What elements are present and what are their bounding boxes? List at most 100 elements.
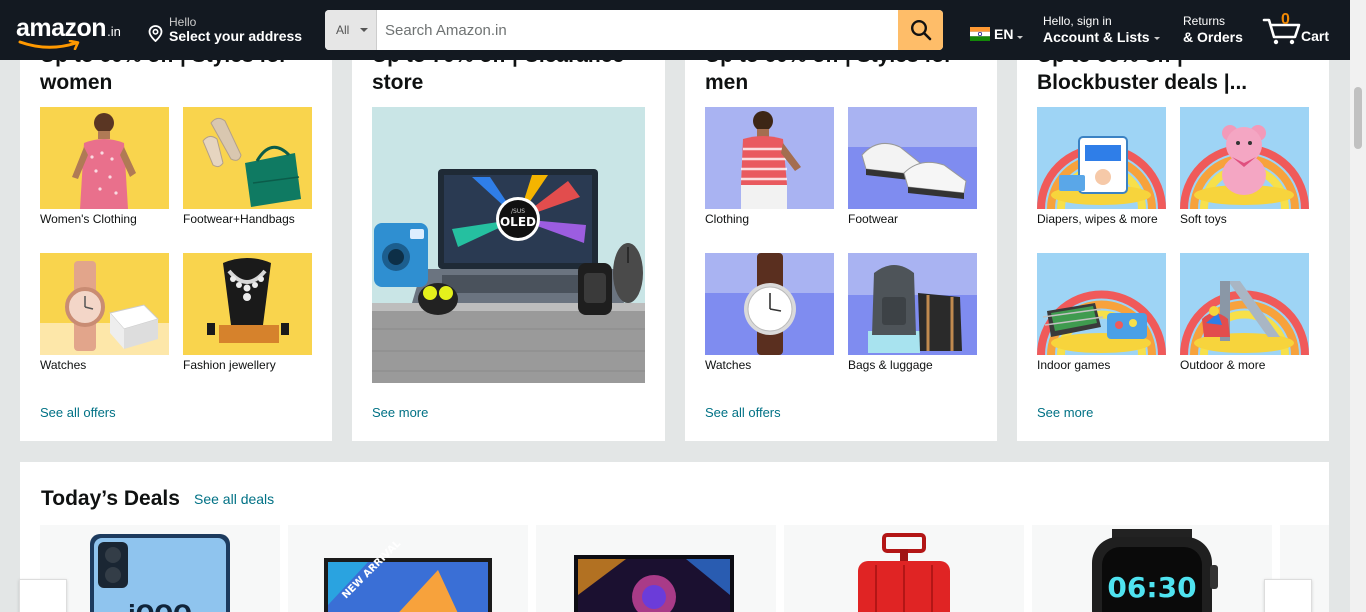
top-nav-bar: amazon.in Hello Select your address All [0, 0, 1350, 60]
see-all-deals-link[interactable]: See all deals [194, 491, 274, 507]
see-all-offers-link[interactable]: See all offers [705, 405, 781, 420]
see-more-link[interactable]: See more [1037, 405, 1093, 420]
tile-mens-footwear[interactable]: Footwear [848, 107, 977, 226]
tile-image [1180, 253, 1309, 355]
chevron-down-icon [1153, 36, 1160, 40]
tile-image [40, 107, 169, 209]
tile-image [848, 253, 977, 355]
search-category-dropdown[interactable]: All [325, 10, 377, 50]
logo-wordmark: amazon [16, 14, 107, 42]
tile-indoor-games[interactable]: Indoor games [1037, 253, 1166, 372]
india-flag-icon [970, 27, 990, 41]
tile-diapers-wipes[interactable]: Diapers, wipes & more [1037, 107, 1166, 226]
card-title: Up to 60% off | Styles for women [40, 60, 320, 98]
tile-mens-watches[interactable]: Watches [705, 253, 834, 372]
tile-image [705, 253, 834, 355]
card-clearance-store: Up to 70% off | Clearance store /SUS OLE… [352, 60, 665, 441]
deal-item[interactable]: iQOO [40, 525, 280, 612]
card-styles-women: Up to 60% off | Styles for women Women's… [20, 60, 332, 441]
tile-caption: Outdoor & more [1180, 358, 1266, 372]
location-pin-icon [148, 25, 163, 42]
tile-watches-women[interactable]: Watches [40, 253, 169, 372]
deal-item[interactable] [784, 525, 1024, 612]
tile-caption: Diapers, wipes & more [1037, 212, 1158, 226]
account-and-lists[interactable]: Hello, sign in Account & Lists [1043, 14, 1160, 45]
address-greeting: Hello [169, 15, 197, 29]
language-code: EN [994, 26, 1014, 42]
tile-caption: Women's Clothing [40, 212, 137, 226]
deal-item[interactable]: NEW ARRIVAL [288, 525, 528, 612]
tile-caption: Bags & luggage [848, 358, 933, 372]
logo-tld: .in [107, 24, 121, 39]
card-title: Up to 60% off | Blockbuster deals |... [1037, 60, 1317, 98]
clearance-store-image[interactable]: /SUS OLED [372, 107, 645, 383]
tile-image [705, 107, 834, 209]
chevron-down-icon [360, 28, 368, 32]
returns-and-orders[interactable]: Returns & Orders [1183, 14, 1243, 45]
tile-image [183, 107, 312, 209]
card-title-line2: women [40, 71, 113, 94]
card-title: Up to 60% off | Styles for men [705, 60, 985, 98]
deal-item[interactable]: 06:30 [1032, 525, 1272, 612]
tile-image [848, 107, 977, 209]
card-title-line1: Up to 60% off | Styles for [705, 60, 952, 69]
tile-caption: Watches [705, 358, 752, 372]
account-label: Account & Lists [1043, 29, 1150, 45]
search-category-label: All [336, 23, 350, 37]
tile-soft-toys[interactable]: Soft toys [1180, 107, 1309, 226]
card-title-line1: Up to 60% off | Styles for [40, 60, 287, 69]
deals-next-button[interactable] [1264, 579, 1312, 612]
search-icon [910, 19, 931, 41]
cart-button[interactable]: 0 Cart [1262, 11, 1334, 48]
card-title-line2: men [705, 71, 749, 94]
tile-caption: Watches [40, 358, 87, 372]
page-scrollbar[interactable] [1350, 0, 1366, 612]
search-bar: All [325, 10, 943, 50]
chevron-down-icon [1017, 36, 1023, 39]
tile-caption: Footwear [848, 212, 899, 226]
card-title: Up to 70% off | Clearance store [372, 60, 652, 98]
tile-outdoor-more[interactable]: Outdoor & more [1180, 253, 1309, 372]
card-styles-men: Up to 60% off | Styles for men Clothing [685, 60, 997, 441]
tile-image [1037, 107, 1166, 209]
deal-image-text: iQOO [128, 602, 192, 612]
tile-fashion-jewellery[interactable]: Fashion jewellery [183, 253, 312, 372]
laptop-brand-text: /SUS [511, 208, 525, 215]
tile-caption: Footwear+Handbags [183, 212, 295, 226]
search-input[interactable] [377, 10, 898, 50]
logo-smile-icon [18, 40, 80, 50]
deal-item[interactable] [536, 525, 776, 612]
card-title-line2: store [372, 71, 424, 94]
account-greeting: Hello, sign in [1043, 14, 1112, 28]
search-button[interactable] [898, 10, 943, 50]
tile-image [1037, 253, 1166, 355]
tile-image [40, 253, 169, 355]
deal-image-text: 06:30 [1107, 571, 1196, 604]
tile-mens-clothing[interactable]: Clothing [705, 107, 834, 226]
card-blockbuster-deals: Up to 60% off | Blockbuster deals |... D… [1017, 60, 1329, 441]
todays-deals-section: Today’s Deals See all deals iQOO NEW ARR… [19, 462, 1329, 612]
cart-count: 0 [1281, 11, 1290, 28]
see-more-link[interactable]: See more [372, 405, 428, 420]
deals-prev-button[interactable] [19, 579, 67, 612]
address-action: Select your address [169, 28, 303, 44]
tile-womens-clothing[interactable]: Women's Clothing [40, 107, 169, 226]
amazon-logo[interactable]: amazon.in [16, 14, 134, 50]
todays-deals-heading: Today’s Deals [41, 487, 180, 510]
scrollbar-thumb[interactable] [1354, 87, 1362, 149]
card-title-line2: Blockbuster deals |... [1037, 71, 1248, 94]
see-all-offers-link[interactable]: See all offers [40, 405, 116, 420]
orders-label: & Orders [1183, 29, 1243, 45]
returns-label: Returns [1183, 14, 1226, 28]
tile-caption: Soft toys [1180, 212, 1227, 226]
tile-caption: Clothing [705, 212, 750, 226]
cart-label: Cart [1301, 28, 1330, 44]
tile-caption: Fashion jewellery [183, 358, 276, 372]
oled-badge-text: OLED [500, 215, 536, 229]
tile-caption: Indoor games [1037, 358, 1111, 372]
card-title-line1: Up to 70% off | Clearance [372, 60, 624, 69]
tile-bags-luggage[interactable]: Bags & luggage [848, 253, 977, 372]
tile-image [1180, 107, 1309, 209]
tile-image [183, 253, 312, 355]
tile-footwear-handbags[interactable]: Footwear+Handbags [183, 107, 312, 226]
